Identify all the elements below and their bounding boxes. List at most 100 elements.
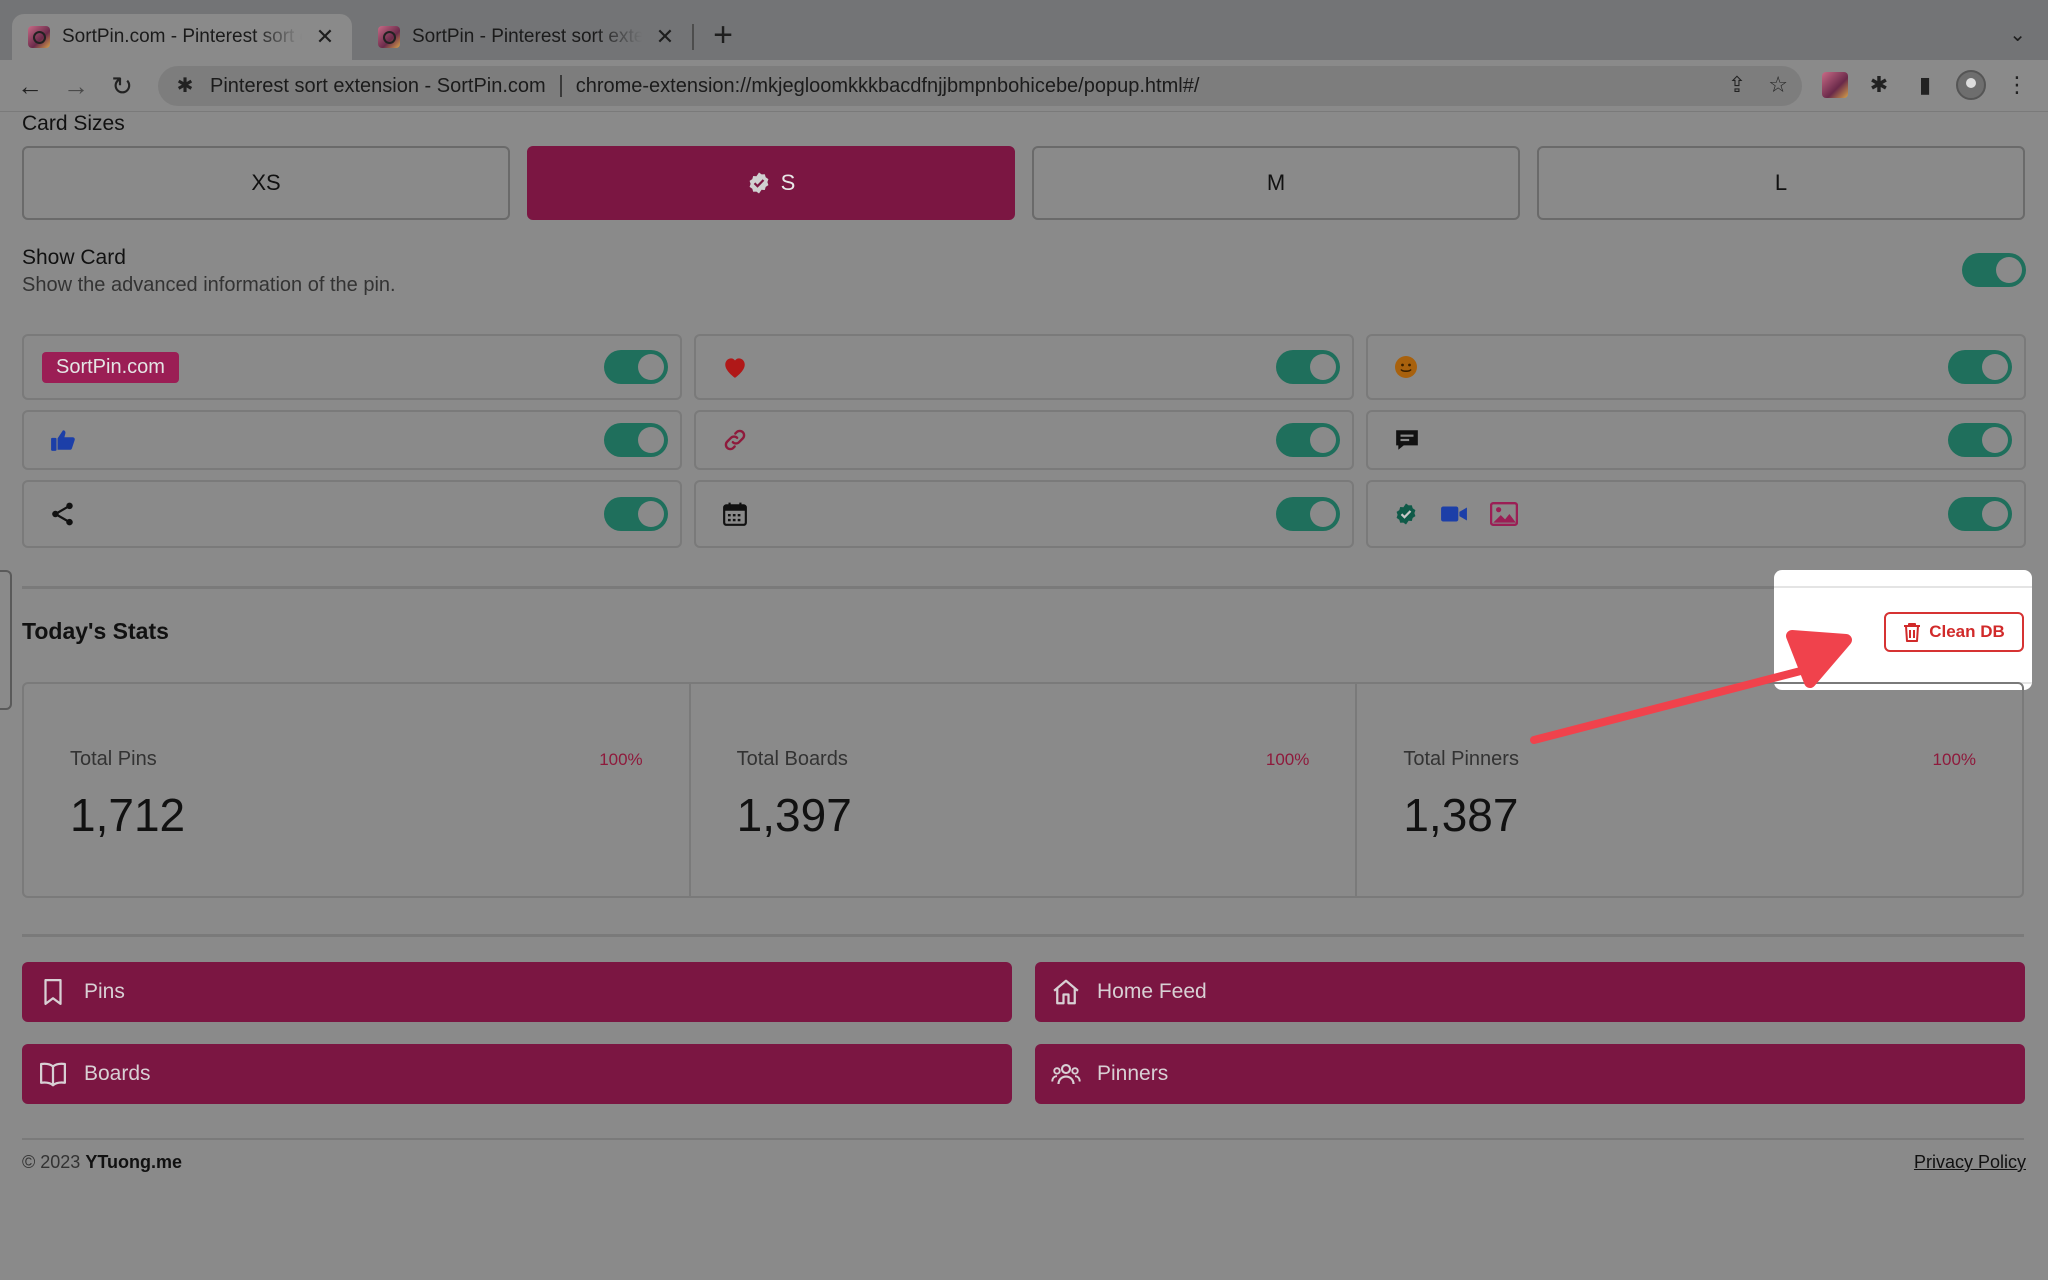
size-button-m[interactable]: M [1032, 146, 1520, 220]
option-link [694, 410, 1354, 470]
browser-toolbar: ← → ↻ ✱ Pinterest sort extension - SortP… [0, 60, 2048, 112]
footer-copyright: © 2023 YTuong.me [22, 1152, 182, 1173]
clean-db-button[interactable]: Clean DB [1884, 612, 2024, 652]
site-name: Pinterest sort extension - SortPin.com [210, 74, 546, 97]
omnibox-divider [559, 75, 562, 97]
stat-total-pinners: Total Pinners 100% 1,387 [1357, 684, 2022, 896]
calendar-icon [723, 502, 747, 526]
stat-total-boards: Total Boards 100% 1,397 [691, 684, 1358, 896]
popup-page: Card Sizes XS S M L Show Card Show the a… [0, 112, 2048, 1280]
option-reactions [1366, 334, 2026, 400]
verified-check-icon [749, 172, 769, 194]
clean-db-label: Clean DB [1929, 622, 2005, 641]
option-toggle[interactable] [1276, 350, 1340, 384]
option-comments [1366, 410, 2026, 470]
show-card-title: Show Card [22, 246, 126, 269]
option-toggle[interactable] [1948, 423, 2012, 457]
stats-panel: Total Pins 100% 1,712 Total Boards 100% … [22, 682, 2024, 898]
option-sortpin-badge: SortPin.com [22, 334, 682, 400]
size-button-s[interactable]: S [527, 146, 1015, 220]
nav-label: Boards [84, 1062, 151, 1085]
footer-divider [22, 1138, 2024, 1140]
stat-total-pins: Total Pins 100% 1,712 [24, 684, 691, 896]
smiley-face-icon [1395, 356, 1417, 378]
bookmark-star-icon[interactable]: ☆ [1768, 72, 1788, 98]
extensions-puzzle-icon[interactable]: ✱ [1864, 70, 1894, 100]
size-label: XS [251, 170, 281, 195]
nav-label: Pinners [1097, 1062, 1169, 1085]
trash-icon [1904, 623, 1921, 642]
image-icon [1490, 502, 1518, 526]
option-toggle[interactable] [1948, 350, 2012, 384]
highlight-divider [1774, 586, 2032, 588]
side-drawer-handle[interactable] [0, 570, 12, 710]
back-arrow-icon[interactable]: ← [12, 68, 48, 104]
option-toggle[interactable] [604, 497, 668, 531]
stat-label: Total Boards [736, 748, 848, 770]
size-button-xs[interactable]: XS [22, 146, 510, 220]
section-divider [22, 934, 2024, 937]
size-label: S [780, 170, 796, 195]
new-tab-plus-icon[interactable]: + [708, 16, 738, 54]
forward-arrow-icon[interactable]: → [58, 68, 94, 104]
privacy-policy-link[interactable]: Privacy Policy [1914, 1152, 2026, 1173]
boards-nav-button[interactable]: Boards [22, 1044, 1012, 1104]
section-divider [22, 586, 2024, 589]
show-card-description: Show the advanced information of the pin… [22, 274, 396, 296]
tab-separator [692, 24, 694, 50]
users-group-icon [1051, 1063, 1081, 1085]
sortpin-favicon-icon [378, 26, 400, 48]
stat-percent: 100% [1932, 750, 1977, 769]
show-card-toggle[interactable] [1962, 253, 2026, 287]
pins-nav-button[interactable]: Pins [22, 962, 1012, 1022]
sortpin-extension-icon[interactable] [1822, 72, 1848, 98]
option-toggle[interactable] [1276, 423, 1340, 457]
verified-badge-icon [1396, 503, 1416, 525]
close-tab-icon[interactable]: ✕ [654, 24, 676, 50]
option-toggle[interactable] [604, 350, 668, 384]
reload-icon[interactable]: ↻ [104, 68, 140, 104]
profile-avatar[interactable] [1956, 70, 1986, 100]
stat-percent: 100% [1265, 750, 1310, 769]
option-thumbs-up [22, 410, 682, 470]
sortpin-favicon-icon [28, 26, 50, 48]
stat-label: Total Pinners [1403, 748, 1519, 770]
address-bar[interactable]: ✱ Pinterest sort extension - SortPin.com… [158, 66, 1802, 106]
option-toggle[interactable] [1276, 497, 1340, 531]
kebab-menu-icon[interactable]: ⋮ [2002, 70, 2032, 100]
size-label: M [1266, 170, 1286, 195]
size-button-l[interactable]: L [1537, 146, 2025, 220]
url-text: chrome-extension://mkjegloomkkkbacdfnjjb… [575, 74, 1200, 97]
share-icon[interactable]: ⇪ [1728, 72, 1746, 98]
size-label: L [1774, 170, 1788, 195]
side-panel-icon[interactable]: ▮ [1910, 70, 1940, 100]
link-icon [724, 429, 746, 451]
bookmark-icon [44, 979, 62, 1005]
tab-search-chevron-icon[interactable]: ⌄ [2009, 22, 2026, 47]
comment-bubble-icon [1396, 430, 1418, 450]
thumbs-up-icon [51, 430, 75, 451]
stat-value: 1,397 [736, 789, 852, 841]
extension-puzzle-icon: ✱ [176, 75, 194, 97]
tab-sortpin-inactive[interactable]: SortPin - Pinterest sort extension ✕ [362, 14, 692, 60]
home-feed-nav-button[interactable]: Home Feed [1035, 962, 2025, 1022]
copyright-text: © 2023 [22, 1152, 81, 1172]
option-likes [694, 334, 1354, 400]
stat-value: 1,387 [1403, 789, 1519, 841]
close-tab-icon[interactable]: ✕ [314, 24, 336, 50]
option-media-type [1366, 480, 2026, 548]
stat-percent: 100% [599, 750, 643, 769]
option-toggle[interactable] [604, 423, 668, 457]
card-sizes-title: Card Sizes [22, 112, 125, 135]
stat-value: 1,712 [70, 789, 186, 841]
option-toggle[interactable] [1948, 497, 2012, 531]
tab-title: SortPin - Pinterest sort extension [412, 26, 642, 47]
sortpin-badge: SortPin.com [42, 351, 179, 383]
nav-label: Pins [84, 980, 125, 1003]
footer-brand-link[interactable]: YTuong.me [85, 1152, 182, 1172]
video-camera-icon [1441, 506, 1467, 522]
open-book-icon [40, 1062, 66, 1087]
pinners-nav-button[interactable]: Pinners [1035, 1044, 2025, 1104]
tab-sortpin-active[interactable]: SortPin.com - Pinterest sort extension ✕ [12, 14, 352, 60]
stat-label: Total Pins [70, 748, 157, 770]
